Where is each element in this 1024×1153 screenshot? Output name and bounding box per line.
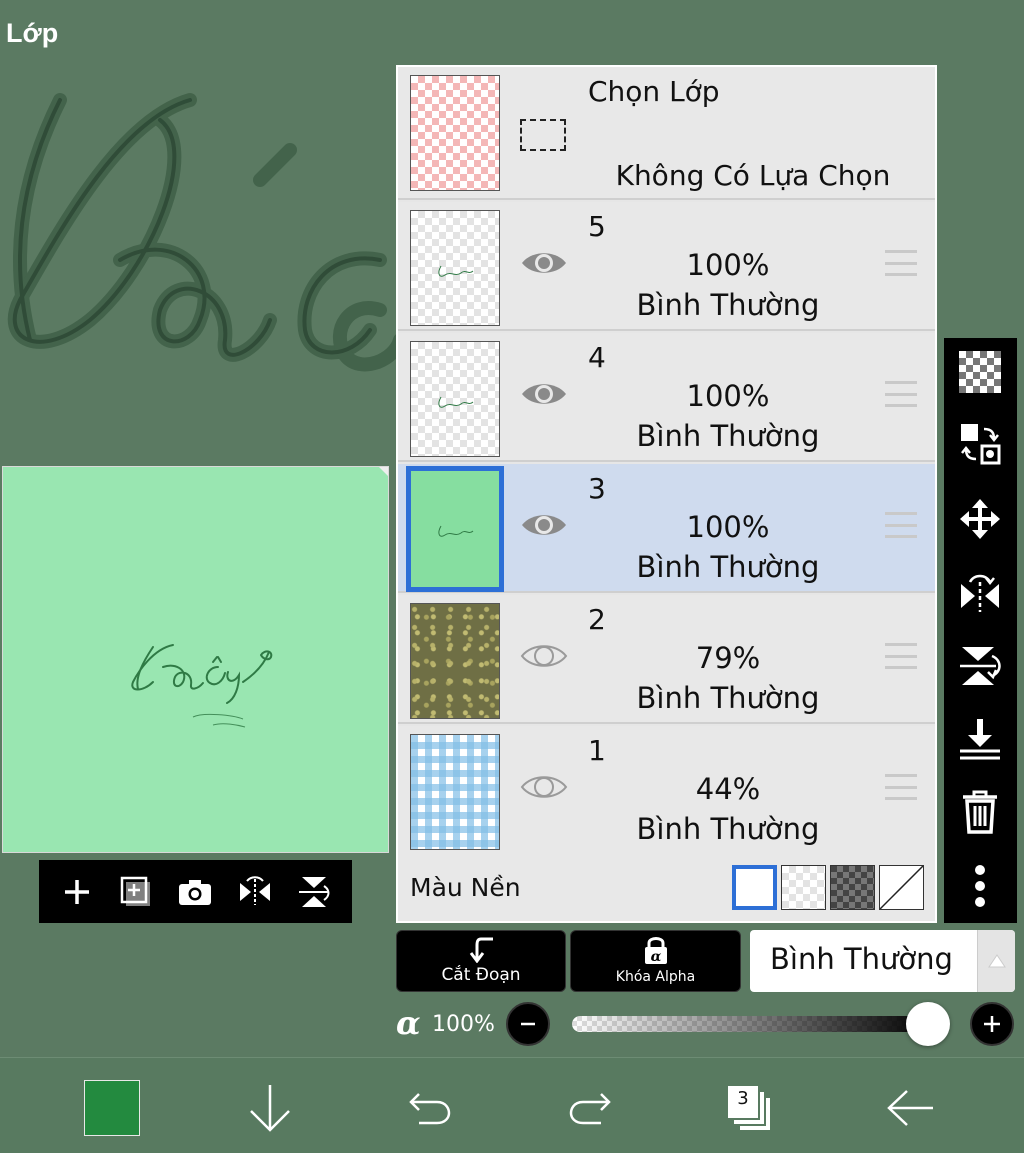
eye-icon[interactable] [520, 641, 568, 671]
opacity-row: α 100% [396, 1000, 1016, 1048]
opacity-increase-button[interactable] [970, 1002, 1014, 1046]
move-icon[interactable] [954, 493, 1006, 545]
lock-icon: α [645, 937, 667, 965]
transparency-icon[interactable] [954, 346, 1006, 398]
background-white-swatch[interactable] [732, 865, 777, 910]
layer-opacity: 100% [686, 379, 770, 413]
background-color-label: Màu Nền [410, 873, 521, 902]
layer-opacity: 100% [686, 510, 770, 544]
layer-row[interactable]: 1 44% Bình Thường [398, 726, 935, 855]
opacity-slider[interactable] [572, 1016, 932, 1032]
layer-number: 4 [588, 341, 606, 374]
alpha-symbol: α [396, 1004, 421, 1042]
flip-vertical-icon[interactable] [292, 870, 336, 914]
layer-thumbnail[interactable] [410, 603, 500, 719]
background-color-row: Màu Nền [398, 853, 935, 921]
layer-opacity: 44% [695, 772, 761, 806]
opacity-value: 100% [432, 1012, 495, 1037]
more-icon[interactable] [954, 860, 1006, 912]
layers-count-icon: 3 [726, 1084, 774, 1132]
blend-mode-select[interactable]: Bình Thường [750, 930, 1015, 992]
flip-horizontal-icon[interactable] [954, 566, 1006, 618]
canvas-toolbar [39, 860, 352, 923]
opacity-slider-thumb[interactable] [906, 1002, 950, 1046]
layer-thumbnail[interactable] [406, 466, 504, 592]
artwork-lettering [131, 644, 273, 728]
drag-handle-icon[interactable] [885, 774, 917, 800]
eye-icon[interactable] [520, 248, 568, 278]
layer-blend-mode: Bình Thường [636, 288, 820, 322]
plus-icon [984, 1016, 1000, 1032]
layer-number: 3 [588, 472, 606, 505]
layer-row[interactable]: 3 100% Bình Thường [398, 464, 935, 593]
layer-row[interactable]: 5 100% Bình Thường [398, 202, 935, 331]
alpha-lock-button[interactable]: α Khóa Alpha [570, 930, 741, 992]
triangle-up-icon [987, 954, 1006, 968]
flip-vertical-icon[interactable] [954, 640, 1006, 692]
selection-layer-row[interactable]: Chọn Lớp Không Có Lựa Chọn [398, 67, 935, 200]
svg-text:α: α [651, 949, 662, 965]
right-toolbar [944, 338, 1017, 923]
preview-corner [379, 467, 388, 476]
trash-icon[interactable] [954, 786, 1006, 838]
back-arrow-icon[interactable] [880, 1078, 940, 1138]
layer-thumbnail[interactable] [410, 341, 500, 457]
canvas-zoomed-artwork [7, 93, 400, 372]
selection-marquee-icon [520, 119, 566, 151]
layer-row[interactable]: 2 79% Bình Thường [398, 595, 935, 724]
drag-handle-icon[interactable] [885, 643, 917, 669]
layers-panel: Chọn Lớp Không Có Lựa Chọn 5 100% Bình Thư… [396, 65, 937, 923]
clipping-button[interactable]: Cắt Đoạn [396, 930, 566, 992]
background-checker-light-swatch[interactable] [781, 865, 826, 910]
layer-opacity: 100% [686, 248, 770, 282]
alpha-lock-label: Khóa Alpha [615, 969, 696, 985]
layer-blend-mode: Bình Thường [636, 681, 820, 715]
current-color-button[interactable] [82, 1078, 142, 1138]
merge-down-icon[interactable] [954, 713, 1006, 765]
flip-horizontal-icon[interactable] [233, 870, 277, 914]
duplicate-layer-icon[interactable] [114, 870, 158, 914]
layer-number: 2 [588, 603, 606, 636]
blend-mode-arrow[interactable] [977, 930, 1015, 992]
layer-number: 5 [588, 210, 606, 243]
clipping-label: Cắt Đoạn [441, 965, 521, 985]
layer-count-value: 3 [737, 1088, 749, 1109]
layer-screen: Lớp Chọn Lớp Không Có Lựa Chọn 5 100% Bì… [0, 0, 1024, 1153]
layer-thumbnail[interactable] [410, 734, 500, 850]
opacity-decrease-button[interactable] [506, 1002, 550, 1046]
undo-icon[interactable] [400, 1078, 460, 1138]
layers-button[interactable]: 3 [720, 1078, 780, 1138]
selection-layer-thumbnail [410, 75, 500, 191]
swap-layers-icon[interactable] [954, 418, 1006, 470]
selection-status: Không Có Lựa Chọn [615, 159, 891, 192]
selection-layer-title: Chọn Lớp [588, 75, 720, 108]
canvas-preview[interactable] [2, 466, 389, 853]
layer-number: 1 [588, 734, 606, 767]
layer-row[interactable]: 4 100% Bình Thường [398, 333, 935, 462]
layer-blend-mode: Bình Thường [636, 550, 820, 584]
background-none-swatch[interactable] [879, 865, 924, 910]
eye-icon[interactable] [520, 772, 568, 802]
camera-icon[interactable] [173, 870, 217, 914]
add-layer-icon[interactable] [55, 870, 99, 914]
blend-mode-value: Bình Thường [770, 942, 953, 976]
layer-blend-mode: Bình Thường [636, 419, 820, 453]
drag-handle-icon[interactable] [885, 250, 917, 276]
clipping-icon [469, 937, 493, 963]
drag-handle-icon[interactable] [885, 381, 917, 407]
drag-handle-icon[interactable] [885, 512, 917, 538]
layer-opacity: 79% [695, 641, 761, 675]
arrow-down-icon[interactable] [240, 1078, 300, 1138]
eye-icon[interactable] [520, 379, 568, 409]
minus-icon [521, 1022, 535, 1026]
current-color-swatch [84, 1080, 140, 1136]
eye-icon[interactable] [520, 510, 568, 540]
layer-blend-mode: Bình Thường [636, 812, 820, 846]
redo-icon[interactable] [560, 1078, 620, 1138]
layer-thumbnail[interactable] [410, 210, 500, 326]
background-checker-dark-swatch[interactable] [830, 865, 875, 910]
bottom-toolbar: 3 [0, 1057, 1024, 1153]
page-title: Lớp [6, 18, 59, 48]
